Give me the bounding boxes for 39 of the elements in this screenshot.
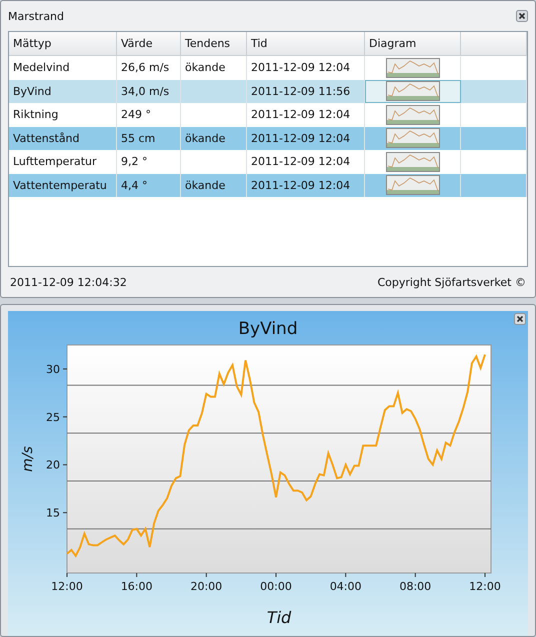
- table-cell: ökande: [181, 174, 247, 197]
- table-cell: 4,4 °: [117, 174, 181, 197]
- column-header[interactable]: Tid: [247, 32, 365, 55]
- column-header[interactable]: Diagram: [365, 32, 461, 55]
- close-button[interactable]: [516, 10, 528, 22]
- table-row[interactable]: Vattenstånd 55 cm ökande 2011-12-09 12:04: [9, 126, 527, 150]
- y-axis-title: m/s: [20, 446, 36, 472]
- close-button[interactable]: [514, 313, 526, 325]
- column-header[interactable]: Tendens: [181, 32, 247, 55]
- chart-title: ByVind: [238, 319, 298, 339]
- y-tick-label: 30: [46, 362, 60, 376]
- table-row[interactable]: ByVind 34,0 m/s 2011-12-09 11:56: [9, 80, 527, 103]
- x-tick-label: 20:00: [190, 580, 222, 593]
- diagram-thumbnail[interactable]: [386, 104, 440, 125]
- x-tick-label: 12:00: [469, 580, 501, 593]
- table-cell: Vattentemperatu: [9, 174, 117, 197]
- table-row[interactable]: Vattentemperatu 4,4 ° ökande 2011-12-09 12:04: [9, 174, 527, 197]
- close-icon: [514, 313, 526, 325]
- diagram-thumbnail[interactable]: [386, 81, 440, 102]
- x-axis-title: Tid: [266, 608, 292, 627]
- x-tick-label: 12:00: [51, 580, 83, 593]
- column-header[interactable]: Värde: [117, 32, 181, 55]
- x-tick-label: 16:00: [120, 580, 153, 593]
- column-header[interactable]: Mättyp: [9, 32, 117, 55]
- y-tick-label: 15: [46, 506, 60, 520]
- window-title: Marstrand: [8, 10, 64, 22]
- diagram-thumbnail[interactable]: [386, 58, 440, 78]
- diagram-thumbnail[interactable]: [386, 128, 440, 148]
- table-cell: 2011-12-09 12:04: [247, 174, 365, 197]
- diagram-thumbnail[interactable]: [386, 175, 440, 196]
- y-tick-label: 20: [46, 458, 60, 472]
- y-tick-label: 25: [46, 410, 60, 424]
- diagram-thumbnail[interactable]: [386, 152, 440, 172]
- x-tick-label: 04:00: [330, 580, 362, 593]
- timestamp: 2011-12-09 12:04:32: [10, 276, 127, 288]
- x-tick-label: 08:00: [399, 580, 432, 593]
- x-tick-label: 00:00: [260, 580, 292, 593]
- copyright-text: Copyright Sjöfartsverket ©: [377, 276, 526, 288]
- close-icon: [516, 10, 528, 22]
